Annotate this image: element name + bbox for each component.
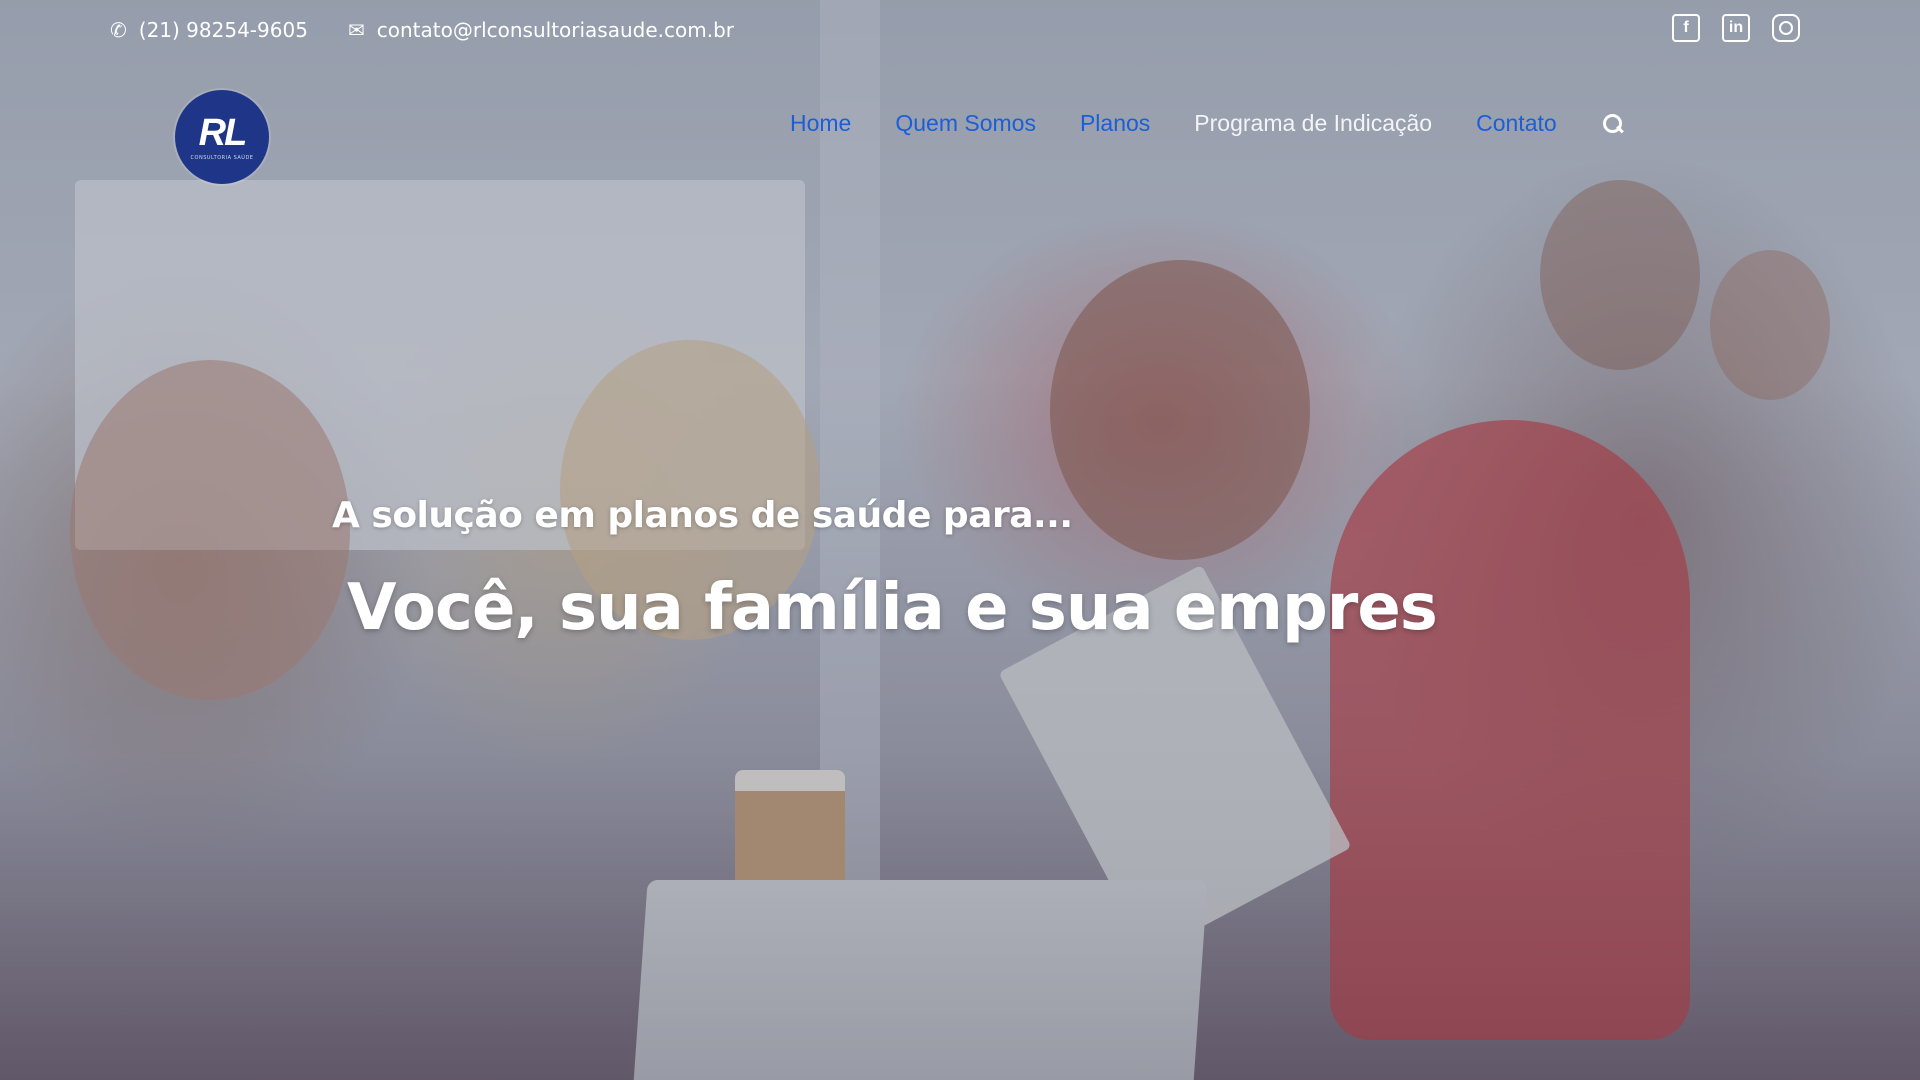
hero-pre-title: A solução em planos de saúde para... bbox=[332, 495, 1073, 536]
top-contact-bar: ✆ (21) 98254-9605 ✉ contato@rlconsultori… bbox=[0, 0, 1920, 60]
nav-item-quem-somos[interactable]: Quem Somos bbox=[895, 110, 1036, 137]
nav-item-programa-de-indicacao[interactable]: Programa de Indicação bbox=[1194, 110, 1432, 137]
linkedin-icon[interactable]: in bbox=[1722, 14, 1750, 42]
main-navigation: Home Quem Somos Planos Programa de Indic… bbox=[790, 110, 1625, 137]
email-address: contato@rlconsultoriasaude.com.br bbox=[376, 18, 735, 42]
nav-item-contato[interactable]: Contato bbox=[1476, 110, 1557, 137]
social-links: f in bbox=[1672, 14, 1800, 42]
phone-number: (21) 98254-9605 bbox=[138, 18, 308, 42]
logo-text: RL bbox=[198, 111, 248, 154]
hero-headline: Você, sua família e sua empres bbox=[347, 571, 1438, 645]
envelope-icon: ✉ bbox=[348, 18, 365, 42]
email-contact[interactable]: ✉ contato@rlconsultoriasaude.com.br bbox=[348, 18, 734, 42]
phone-contact[interactable]: ✆ (21) 98254-9605 bbox=[110, 18, 308, 42]
search-icon[interactable] bbox=[1601, 112, 1625, 136]
hero-text: A solução em planos de saúde para... Voc… bbox=[332, 495, 1438, 645]
nav-item-planos[interactable]: Planos bbox=[1080, 110, 1150, 137]
instagram-icon[interactable] bbox=[1772, 14, 1800, 42]
logo-subtitle: CONSULTORIA SAÚDE bbox=[190, 154, 254, 161]
phone-icon: ✆ bbox=[110, 18, 127, 42]
facebook-icon[interactable]: f bbox=[1672, 14, 1700, 42]
nav-item-home[interactable]: Home bbox=[790, 110, 851, 137]
site-logo[interactable]: RL CONSULTORIA SAÚDE bbox=[175, 90, 269, 184]
